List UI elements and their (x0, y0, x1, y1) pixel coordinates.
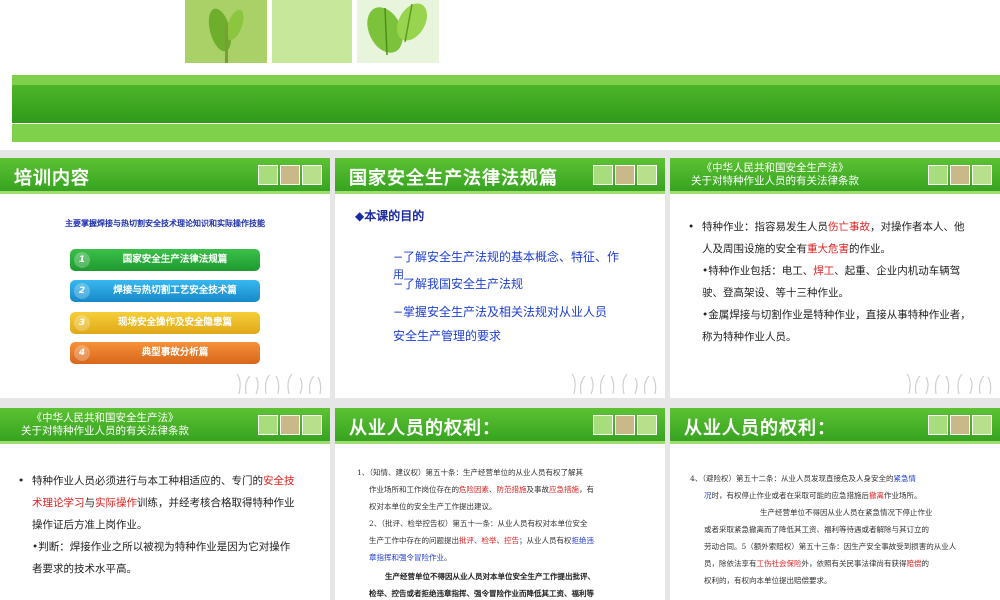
item-number: 2 (74, 283, 90, 299)
banner-stripe-light (12, 75, 1000, 85)
menu-item-laws[interactable]: 1 国家安全生产法律法规篇 (70, 249, 260, 271)
slide-laws-overview[interactable]: 国家安全生产法律法规篇 ◆本课的目的 −了解安全生产法规的基本概念、特征、作 用… (335, 158, 665, 398)
slide-header: 国家安全生产法律法规篇 (335, 158, 665, 194)
item-label: 焊接与热切割工艺安全技术篇 (113, 285, 237, 296)
goal-line-3: −掌握安全生产法及相关法规对从业人员 (393, 305, 608, 319)
grass-decoration-icon (571, 373, 657, 394)
slide-title: 培训内容 (14, 168, 90, 189)
item-number: 4 (74, 345, 90, 361)
slide-title-line-1: 《中华人民共和国安全生产法》 (701, 162, 849, 174)
rights-paragraph: 1、（知情、建议权）第五十条：生产经营单位的从业人员有权了解其 作业场所和工作岗… (357, 468, 594, 562)
header-thumbnails (928, 415, 992, 435)
header-thumbnails (258, 415, 322, 435)
banner-stripe-dark (12, 85, 1000, 123)
goal-line-2: −了解我国安全生产法规 (393, 277, 524, 291)
grass-decoration-icon (906, 373, 992, 394)
item-number: 1 (74, 252, 90, 268)
slide-header: 从业人员的权利： (335, 408, 665, 444)
menu-item-welding-tech[interactable]: 2 焊接与热切割工艺安全技术篇 (70, 280, 260, 302)
purpose-heading: ◆本课的目的 (355, 209, 425, 223)
banner-stripe-bottom (12, 124, 1000, 142)
item-label: 典型事故分析篇 (141, 347, 209, 358)
rights-bold-paragraph: 生产经营单位不得因从业人员对本单位安全生产工作提出批评、 检举、控告或者拒绝违章… (369, 572, 595, 598)
header-thumbnails (928, 165, 992, 185)
slide-worker-rights-2[interactable]: 从业人员的权利： 4、（避险权）第五十二条：从业人员发现直接危及人身安全的紧急情… (670, 408, 1000, 600)
slide-special-work-definition[interactable]: 《中华人民共和国安全生产法》 关于对特种作业人员的有关法律条款 • 特种作业：指容… (670, 158, 1000, 398)
menu-item-site-safety[interactable]: 3 现场安全操作及安全隐患篇 (70, 312, 260, 334)
goal-line-1: −了解安全生产法规的基本概念、特征、作 (393, 250, 620, 264)
leaf-photo-3 (357, 0, 439, 63)
item-label: 现场安全操作及安全隐患篇 (117, 317, 232, 328)
grass-decoration-icon (236, 373, 322, 394)
slide-title: 《中华人民共和国安全生产法》 关于对特种作业人员的有关法律条款 (0, 412, 210, 438)
slide-title: 从业人员的权利： (349, 418, 501, 439)
leaf-photo-1 (185, 0, 267, 63)
slide-header: 《中华人民共和国安全生产法》 关于对特种作业人员的有关法律条款 (0, 408, 330, 444)
slide-worker-rights-1[interactable]: 从业人员的权利： 1、（知情、建议权）第五十条：生产经营单位的从业人员有权了解其… (335, 408, 665, 600)
training-paragraph: • 特种作业人员必须进行与本工种相适应的、专门的安全技 术理论学习与实际操作训练，… (18, 475, 295, 575)
header-thumbnails (258, 165, 322, 185)
slide-title-line-1: 《中华人民共和国安全生产法》 (31, 412, 179, 424)
item-number: 3 (74, 315, 90, 331)
slide-title: 国家安全生产法律法规篇 (349, 168, 558, 189)
slide-title: 《中华人民共和国安全生产法》 关于对特种作业人员的有关法律条款 (670, 162, 880, 188)
slide-header: 《中华人民共和国安全生产法》 关于对特种作业人员的有关法律条款 (670, 158, 1000, 194)
slide-title-line-2: 关于对特种作业人员的有关法律条款 (691, 175, 859, 187)
title-slide-banner (0, 0, 1000, 150)
header-thumbnails (593, 165, 657, 185)
slide-subtitle: 主要掌握焊接与热切割安全技术理论知识和实际操作技能 (65, 219, 265, 228)
slide-header: 培训内容 (0, 158, 330, 194)
leaf-photo-2 (272, 0, 352, 63)
goal-line-3-cont: 安全生产管理的要求 (393, 329, 502, 343)
slide-title-line-2: 关于对特种作业人员的有关法律条款 (21, 425, 189, 437)
item-label: 国家安全生产法律法规篇 (122, 254, 228, 265)
menu-item-accidents[interactable]: 4 典型事故分析篇 (70, 342, 260, 364)
definition-paragraph: • 特种作业：指容易发生人员伤亡事故，对操作者本人、他 人及周围设施的安全有重大危… (688, 221, 971, 343)
header-thumbnails (593, 415, 657, 435)
slide-title: 从业人员的权利： (684, 418, 836, 439)
slide-header: 从业人员的权利： (670, 408, 1000, 444)
rights-paragraph: 4、（避险权）第五十二条：从业人员发现直接危及人身安全的紧急情 况时，有权停止作… (690, 474, 957, 585)
slide-training-content[interactable]: 培训内容 主要掌握焊接与热切割安全技术理论知识和实际操作技能 1 国家安全生产法… (0, 158, 330, 398)
slide-special-work-training[interactable]: 《中华人民共和国安全生产法》 关于对特种作业人员的有关法律条款 • 特种作业人员必… (0, 408, 330, 600)
